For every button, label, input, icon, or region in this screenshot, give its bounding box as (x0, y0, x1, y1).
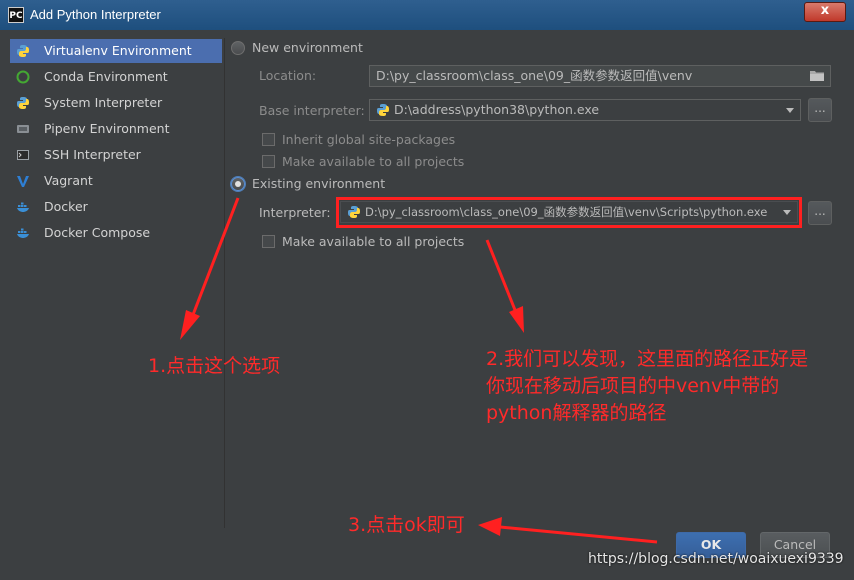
arrow-2 (485, 239, 524, 333)
annotation-step-1: 1.点击这个选项 (148, 355, 281, 377)
watermark: https://blog.csdn.net/woaixuexi9339 (588, 551, 844, 567)
dialog-window: PC Add Python Interpreter x Virtualenv E… (0, 0, 854, 580)
annotation-arrows (180, 197, 658, 544)
annotation-step-3: 3.点击ok即可 (348, 514, 465, 536)
arrow-3 (478, 517, 658, 544)
annotation-step-2-line-1: 2.我们可以发现，这里面的路径正好是 (486, 348, 809, 370)
annotation-step-2-line-3: python解释器的路径 (486, 402, 667, 424)
arrow-1 (180, 197, 240, 340)
annotation-step-2-line-2: 你现在移动后项目的中venv中带的 (486, 375, 780, 397)
